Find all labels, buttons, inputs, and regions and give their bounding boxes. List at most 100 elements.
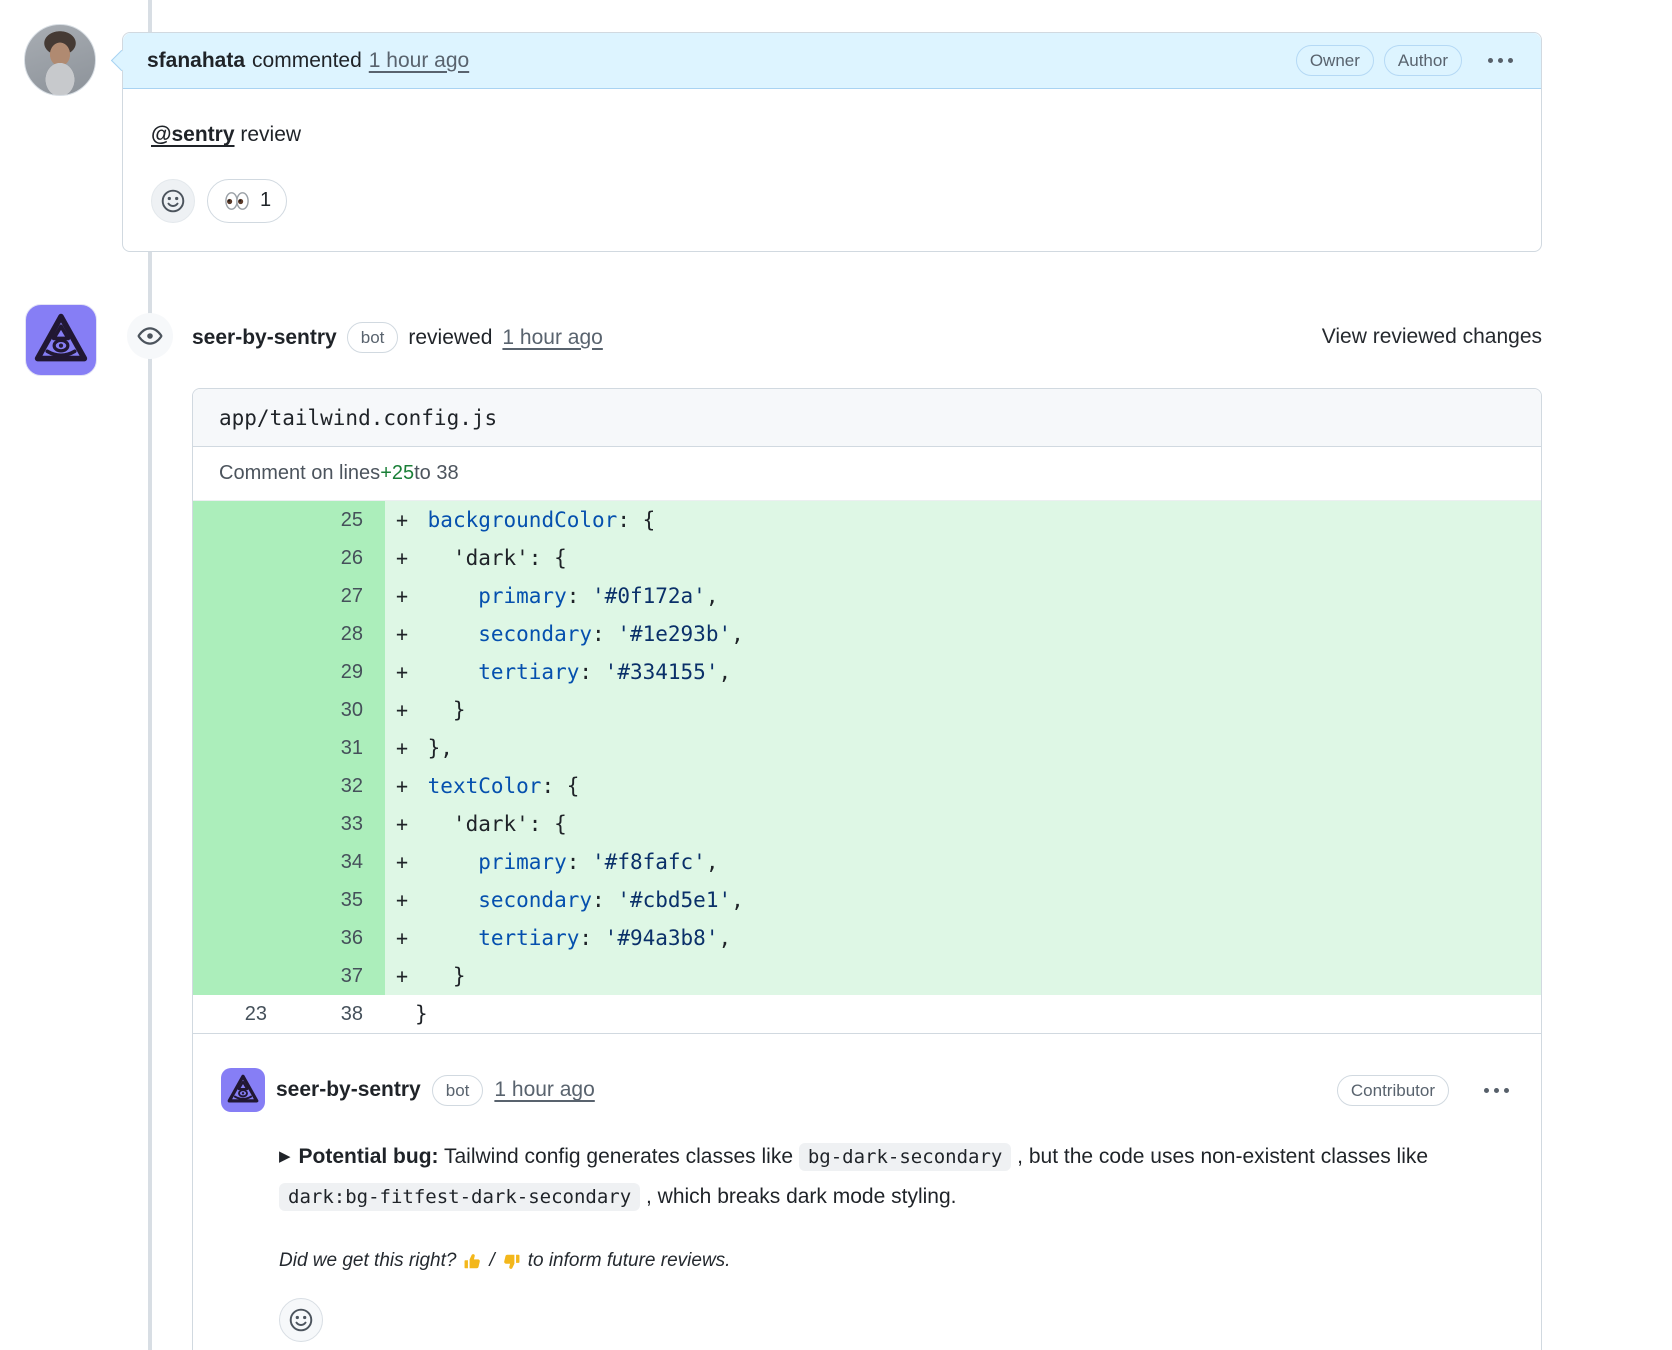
diff-code: }, <box>415 729 1541 767</box>
diff-marker: + <box>385 843 415 881</box>
diff-line[interactable]: 36 + tertiary: '#94a3b8', <box>193 919 1541 957</box>
author-badge: Author <box>1383 45 1462 76</box>
diff-code: 'dark': { <box>415 805 1541 843</box>
diff-line-number: 34 <box>289 843 385 881</box>
diff-code: textColor: { <box>415 767 1541 805</box>
diff-line[interactable]: 28 + secondary: '#1e293b', <box>193 615 1541 653</box>
file-path-link[interactable]: app/tailwind.config.js <box>193 389 1541 447</box>
diff-line-number: 23 <box>244 1002 267 1025</box>
reactions-row: 1 <box>151 178 1513 223</box>
comment-range-row: Comment on lines +25 to 38 <box>193 447 1541 501</box>
comment-card: sfanahata commented 1 hour ago Owner Aut… <box>110 32 1542 252</box>
thumbs-down-icon <box>503 1254 520 1269</box>
mention-link[interactable]: @sentry <box>151 123 235 146</box>
diff-marker: + <box>385 767 415 805</box>
eyes-reaction-button[interactable]: 1 <box>207 178 288 223</box>
review-event-title: seer-by-sentry bot reviewed 1 hour ago <box>192 322 603 353</box>
diff-line-number <box>193 805 289 843</box>
diff-marker: + <box>385 577 415 615</box>
diff-line-number <box>193 691 289 729</box>
diff-line[interactable]: 27 + primary: '#0f172a', <box>193 577 1541 615</box>
diff-line-number: 33 <box>289 805 385 843</box>
diff-line-number <box>193 615 289 653</box>
pr-conversation-page: sfanahata commented 1 hour ago Owner Aut… <box>0 0 1672 1350</box>
nested-reactions-row <box>279 1298 1513 1342</box>
diff-line-number: 31 <box>289 729 385 767</box>
diff-marker: + <box>385 729 415 767</box>
diff-marker: + <box>385 881 415 919</box>
eyes-reaction-count: 1 <box>260 189 272 211</box>
review-timestamp-link[interactable]: 1 hour ago <box>502 326 602 350</box>
comment-timestamp-link[interactable]: 1 hour ago <box>369 49 469 73</box>
nested-comment-header: seer-by-sentry bot 1 hour ago Contributo… <box>221 1068 1513 1112</box>
diff-line-number: 29 <box>289 653 385 691</box>
diff-line-number: 32 <box>289 767 385 805</box>
diff-line[interactable]: 33 + 'dark': { <box>193 805 1541 843</box>
diff-line[interactable]: 23 38} <box>193 995 1541 1033</box>
nested-comment-body: ▶ Potential bug: Tailwind config generate… <box>279 1138 1469 1216</box>
bug-text-1: Tailwind config generates classes like <box>438 1145 799 1168</box>
diff-marker: + <box>385 539 415 577</box>
review-action: reviewed <box>408 325 493 349</box>
diff-line-number <box>193 501 289 539</box>
diff-line-number <box>193 919 289 957</box>
feedback-separator: / <box>489 1250 495 1271</box>
diff-marker: + <box>385 501 415 539</box>
comment-text: review <box>234 123 302 146</box>
diff-line[interactable]: 25 + backgroundColor: { <box>193 501 1541 539</box>
view-reviewed-changes-link[interactable]: View reviewed changes <box>1322 325 1542 349</box>
add-reaction-button[interactable] <box>151 178 195 223</box>
diff-marker: + <box>385 919 415 957</box>
smiley-icon <box>161 189 185 212</box>
nested-author[interactable]: seer-by-sentry <box>276 1078 421 1102</box>
disclosure-triangle-icon[interactable]: ▶ <box>279 1148 291 1165</box>
diff-line-number: 38 <box>340 1002 363 1025</box>
diff-code: primary: '#0f172a', <box>415 577 1541 615</box>
comment-header: sfanahata commented 1 hour ago Owner Aut… <box>110 33 1541 89</box>
kebab-menu-icon[interactable] <box>1480 1082 1513 1099</box>
diff-code: } <box>415 691 1541 729</box>
feedback-rest: to inform future reviews. <box>527 1250 731 1271</box>
diff-code: tertiary: '#334155', <box>415 653 1541 691</box>
bug-label: Potential bug: <box>298 1145 439 1168</box>
diff-line[interactable]: 34 + primary: '#f8fafc', <box>193 843 1541 881</box>
nested-timestamp-link[interactable]: 1 hour ago <box>494 1078 594 1102</box>
diff-marker: + <box>385 957 415 995</box>
diff-line-number: 27 <box>289 577 385 615</box>
diff-line-number <box>193 729 289 767</box>
diff-line[interactable]: 30 + } <box>193 691 1541 729</box>
bot-badge: bot <box>346 322 399 353</box>
comment-action: commented <box>252 48 362 72</box>
bot-badge: bot <box>431 1074 484 1106</box>
bot-avatar-small[interactable] <box>221 1068 265 1112</box>
diff-line[interactable]: 37 + } <box>193 957 1541 995</box>
owner-badge: Owner <box>1295 45 1374 76</box>
diff-line-number: 25 <box>289 501 385 539</box>
diff-code: backgroundColor: { <box>415 501 1541 539</box>
diff-line-number: 35 <box>289 881 385 919</box>
diff-code: secondary: '#1e293b', <box>415 615 1541 653</box>
diff-line-number <box>193 957 289 995</box>
diff-line[interactable]: 29 + tertiary: '#334155', <box>193 653 1541 691</box>
comment-body: @sentry review 1 <box>123 89 1541 251</box>
diff-line-number: 26 <box>289 539 385 577</box>
avatar[interactable] <box>24 24 96 96</box>
add-reaction-button[interactable] <box>279 1298 323 1342</box>
review-event-badge <box>127 313 173 359</box>
diff-marker: + <box>385 691 415 729</box>
diff-line[interactable]: 32 + textColor: { <box>193 767 1541 805</box>
range-added: +25 <box>380 462 415 484</box>
kebab-menu-icon[interactable] <box>1484 52 1517 69</box>
comment-caret <box>110 49 133 72</box>
diff-line[interactable]: 31 + }, <box>193 729 1541 767</box>
inline-code: bg-dark-secondary <box>798 1143 1012 1171</box>
comment-author[interactable]: sfanahata <box>147 49 245 73</box>
diff-line[interactable]: 35 + secondary: '#cbd5e1', <box>193 881 1541 919</box>
diff-line-number: 36 <box>289 919 385 957</box>
diff-code: secondary: '#cbd5e1', <box>415 881 1541 919</box>
diff-code: } <box>415 957 1541 995</box>
review-author[interactable]: seer-by-sentry <box>192 326 337 350</box>
bot-avatar[interactable] <box>25 304 97 376</box>
diff-line[interactable]: 26 + 'dark': { <box>193 539 1541 577</box>
diff-line-number <box>193 843 289 881</box>
